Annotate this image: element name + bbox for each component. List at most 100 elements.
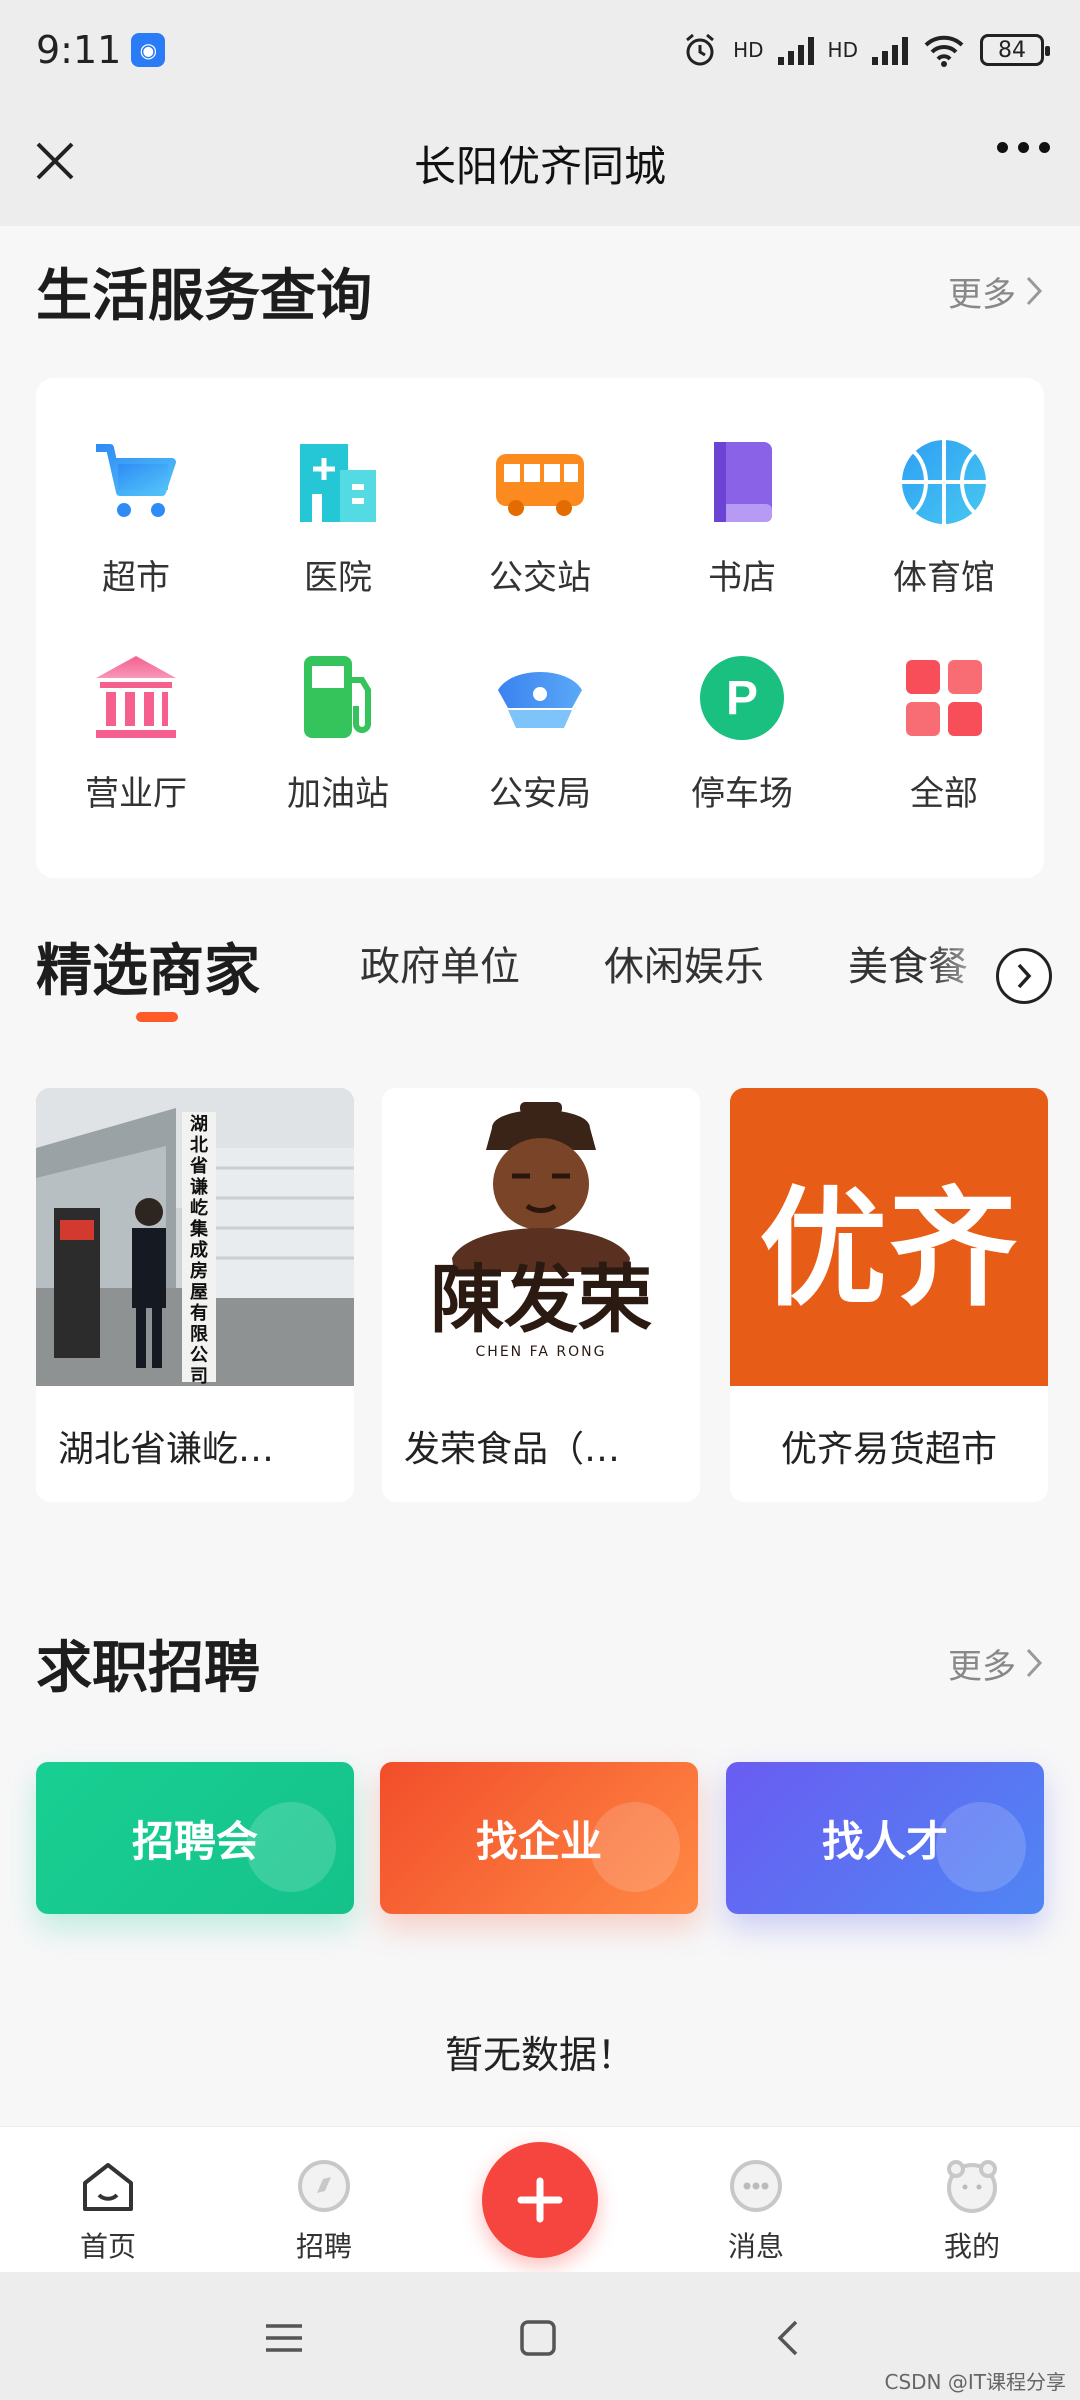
find-talent-button[interactable]: 找人才 [726,1762,1044,1914]
decoration [246,1802,336,1892]
tab-label: 我的 [943,2230,1000,2263]
parking-icon: P [700,656,784,740]
tab-label: 消息 [727,2230,784,2263]
mini-program-header: 长阳优齐同城 [0,100,1080,226]
status-time: 9:11 [36,28,122,72]
home-icon [83,2163,133,2211]
status-bar: 9:11 ◉ HD HD 84 [0,0,1080,100]
service-supermarket[interactable]: 超市 [36,434,236,599]
wifi-icon [924,35,964,67]
tab-featured-merchants[interactable]: 精选商家 [36,926,260,1007]
basketball-icon [902,440,986,524]
job-button-label: 找企业 [475,1816,602,1866]
tab-label: 首页 [79,2230,136,2263]
main-content[interactable]: 生活服务查询 更多 超市 医院 公交站 书店 体育馆 营业厅 加油站 公安局 P… [0,226,1080,2126]
merchant-name: 湖北省谦屹… [58,1429,275,1470]
service-parking[interactable]: P 停车场 [642,650,842,815]
grid-icon [906,660,982,736]
service-all[interactable]: 全部 [844,650,1044,815]
service-label: 全部 [910,774,978,814]
merchant-logo: 陳发荣 CHEN FA RONG [382,1088,700,1386]
network-type-label: HD [733,38,764,62]
merchant-card[interactable]: 陳发荣 CHEN FA RONG 发荣食品（… [382,1088,700,1502]
tab-leisure[interactable]: 休闲娱乐 [604,934,764,992]
tab-label: 招聘 [295,2230,352,2263]
merchant-photo: 湖北省谦屹集成房屋有限公司 [36,1088,354,1386]
service-label: 公安局 [489,774,591,814]
find-company-button[interactable]: 找企业 [380,1762,698,1914]
svg-text:P: P [726,672,758,725]
service-business-hall[interactable]: 营业厅 [36,650,236,815]
battery-level: 84 [998,37,1026,63]
decoration [936,1802,1026,1892]
jobs-title: 求职招聘 [36,1635,260,1701]
service-label: 加油站 [287,774,389,814]
tabs-scroll-right-button[interactable] [996,948,1052,1004]
page-title: 长阳优齐同城 [413,141,666,191]
profile-icon [947,2160,997,2213]
more-link-label: 更多 [948,1646,1016,1687]
add-post-button[interactable] [482,2142,598,2258]
life-services-grid: 超市 医院 公交站 书店 体育馆 营业厅 加油站 公安局 P 停车场 全部 [36,378,1044,878]
message-icon [730,2160,782,2212]
service-bookstore[interactable]: 书店 [642,434,842,599]
life-services-header: 生活服务查询 更多 [36,256,1044,329]
merchant-name: 发荣食品（… [404,1429,621,1470]
active-tab-indicator [136,1012,178,1022]
app-notification-icon: ◉ [131,33,166,67]
bus-icon [496,454,584,516]
plus-icon [517,2177,563,2223]
service-police[interactable]: 公安局 [440,650,640,815]
service-label: 体育馆 [893,558,995,598]
merchant-logo: 优齐 [730,1088,1048,1386]
close-icon[interactable] [30,136,80,186]
merchant-name: 优齐易货超市 [780,1429,997,1470]
jobs-header: 求职招聘 更多 [36,1628,1044,1701]
more-menu-icon[interactable] [997,142,1050,153]
company-sign-text: 湖北省谦屹集成房屋有限公司 [190,1114,208,1386]
hospital-icon [300,444,376,522]
tab-government[interactable]: 政府单位 [360,934,520,992]
merchant-card[interactable]: 优齐 优齐易货超市 [730,1088,1048,1502]
job-fair-button[interactable]: 招聘会 [36,1762,354,1914]
service-hospital[interactable]: 医院 [238,434,438,599]
home-button-icon[interactable] [516,2316,560,2360]
tab-profile[interactable]: 我的 [902,2155,1042,2265]
brand-logo-text: 陳发荣 [430,1257,652,1343]
merchant-category-tabs: 精选商家 政府单位 休闲娱乐 美食餐 [0,926,1080,1036]
service-bus-stop[interactable]: 公交站 [440,434,640,599]
empty-state-text: 暂无数据！ [444,2033,635,2077]
signal-icon [777,35,814,65]
chevron-right-icon [1017,963,1032,989]
service-label: 超市 [102,558,170,598]
menu-icon[interactable] [262,2316,306,2360]
watermark-text: CSDN @IT课程分享 [884,2370,1067,2394]
merchant-card[interactable]: 湖北省谦屹集成房屋有限公司 湖北省谦屹… [36,1088,354,1502]
brand-logo-text: 优齐 [758,1174,1019,1324]
gas-pump-icon [304,656,371,738]
police-cap-icon [498,672,582,728]
tab-home[interactable]: 首页 [38,2155,178,2265]
life-services-more-link[interactable]: 更多 [948,267,1044,316]
more-link-label: 更多 [948,274,1016,315]
service-stadium[interactable]: 体育馆 [844,434,1044,599]
decoration [590,1802,680,1892]
tab-recruit[interactable]: 招聘 [254,2155,394,2265]
battery-icon: 84 [980,34,1050,66]
service-label: 公交站 [489,558,591,598]
service-label: 停车场 [691,774,793,814]
status-icons: HD HD 84 [681,31,1050,69]
book-icon [714,442,772,522]
bank-icon [96,656,176,738]
network-type-label-2: HD [827,38,858,62]
tab-fade [930,926,1000,1026]
tab-messages[interactable]: 消息 [686,2155,826,2265]
job-button-label: 招聘会 [131,1816,258,1866]
chevron-right-icon [1026,1648,1043,1678]
back-icon[interactable] [768,2316,812,2360]
compass-icon [298,2160,350,2212]
alarm-icon [686,33,715,66]
service-gas-station[interactable]: 加油站 [238,650,438,815]
chevron-right-icon [1026,276,1043,306]
jobs-more-link[interactable]: 更多 [948,1639,1044,1688]
